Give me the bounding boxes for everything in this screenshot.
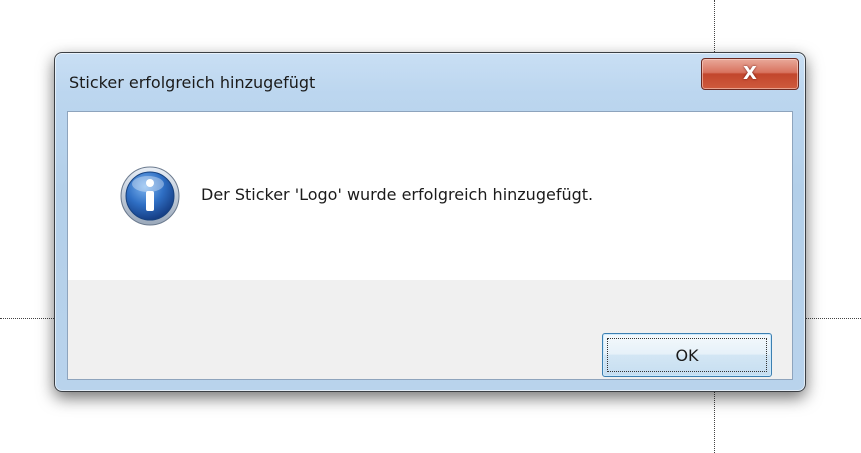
title-bar[interactable]: Sticker erfolgreich hinzugefügt X [55,53,805,111]
window-title: Sticker erfolgreich hinzugefügt [69,73,316,92]
message-dialog: Sticker erfolgreich hinzugefügt X Der St… [54,52,806,392]
button-bar: OK [68,280,792,379]
guide-line-horizontal-left [0,318,54,319]
ok-button-label: OK [675,345,699,365]
desktop-background: Sticker erfolgreich hinzugefügt X Der St… [0,0,861,453]
message-area: Der Sticker 'Logo' wurde erfolgreich hin… [68,112,792,280]
message-text: Der Sticker 'Logo' wurde erfolgreich hin… [201,185,594,204]
ok-button[interactable]: OK [602,333,772,377]
info-icon [120,166,180,226]
guide-line-vertical-bottom [714,392,715,453]
close-button[interactable]: X [701,58,799,90]
guide-line-horizontal-right [806,318,861,319]
dialog-content: Der Sticker 'Logo' wurde erfolgreich hin… [67,111,793,380]
guide-line-vertical-top [714,0,715,52]
close-icon: X [743,63,757,84]
